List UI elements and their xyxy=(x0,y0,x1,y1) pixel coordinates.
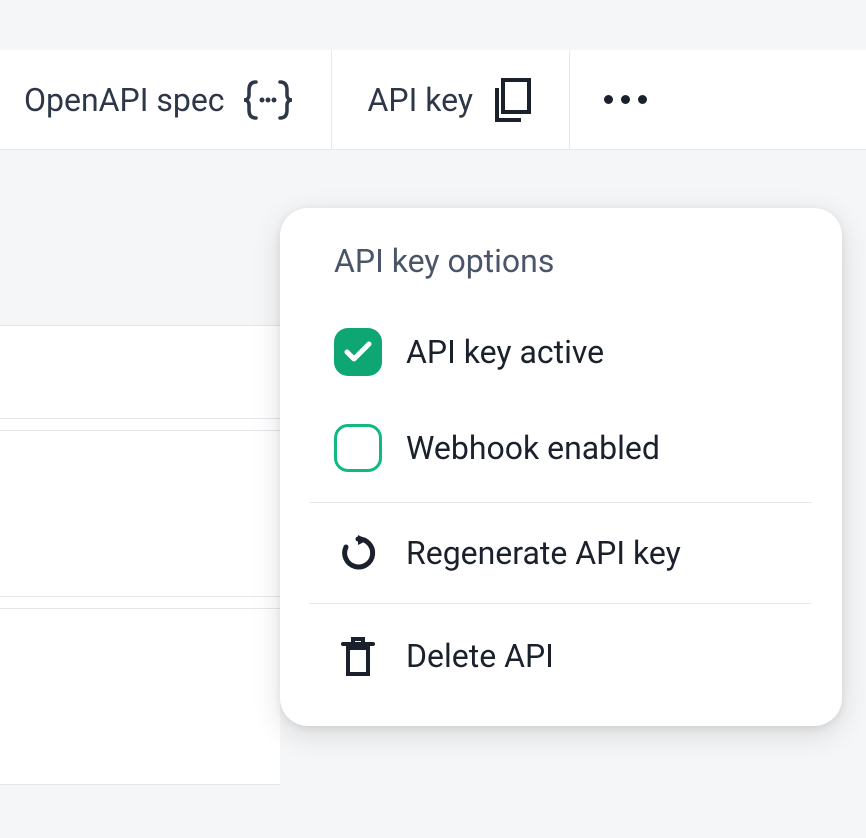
divider xyxy=(0,418,280,419)
trash-icon xyxy=(334,634,382,678)
openapi-spec-label: OpenAPI spec xyxy=(24,81,225,119)
delete-label: Delete API xyxy=(406,637,788,675)
delete-api-button[interactable]: Delete API xyxy=(280,610,842,702)
api-key-active-label: API key active xyxy=(406,333,788,371)
api-key-button[interactable]: API key xyxy=(332,50,571,149)
more-options-button[interactable] xyxy=(570,50,681,149)
divider xyxy=(0,608,280,609)
api-key-active-toggle[interactable]: API key active xyxy=(280,304,842,400)
regenerate-label: Regenerate API key xyxy=(406,534,788,572)
refresh-icon xyxy=(334,533,382,573)
menu-divider xyxy=(310,603,812,604)
checkbox-checked-icon xyxy=(334,328,382,376)
openapi-spec-button[interactable]: OpenAPI spec xyxy=(0,50,332,149)
braces-icon xyxy=(241,78,295,122)
regenerate-api-key-button[interactable]: Regenerate API key xyxy=(280,509,842,597)
checkbox-unchecked-icon xyxy=(334,424,382,472)
menu-divider xyxy=(310,502,812,503)
divider xyxy=(0,596,280,597)
ellipsis-icon xyxy=(604,95,647,104)
api-key-options-menu: API key options API key active Webhook e… xyxy=(280,208,842,726)
api-key-label: API key xyxy=(368,81,474,119)
background-panel xyxy=(0,325,280,785)
divider xyxy=(0,430,280,431)
dropdown-title: API key options xyxy=(280,242,842,304)
toolbar: OpenAPI spec API key xyxy=(0,50,866,150)
copy-icon xyxy=(489,76,533,124)
webhook-enabled-toggle[interactable]: Webhook enabled xyxy=(280,400,842,496)
webhook-enabled-label: Webhook enabled xyxy=(406,429,788,467)
